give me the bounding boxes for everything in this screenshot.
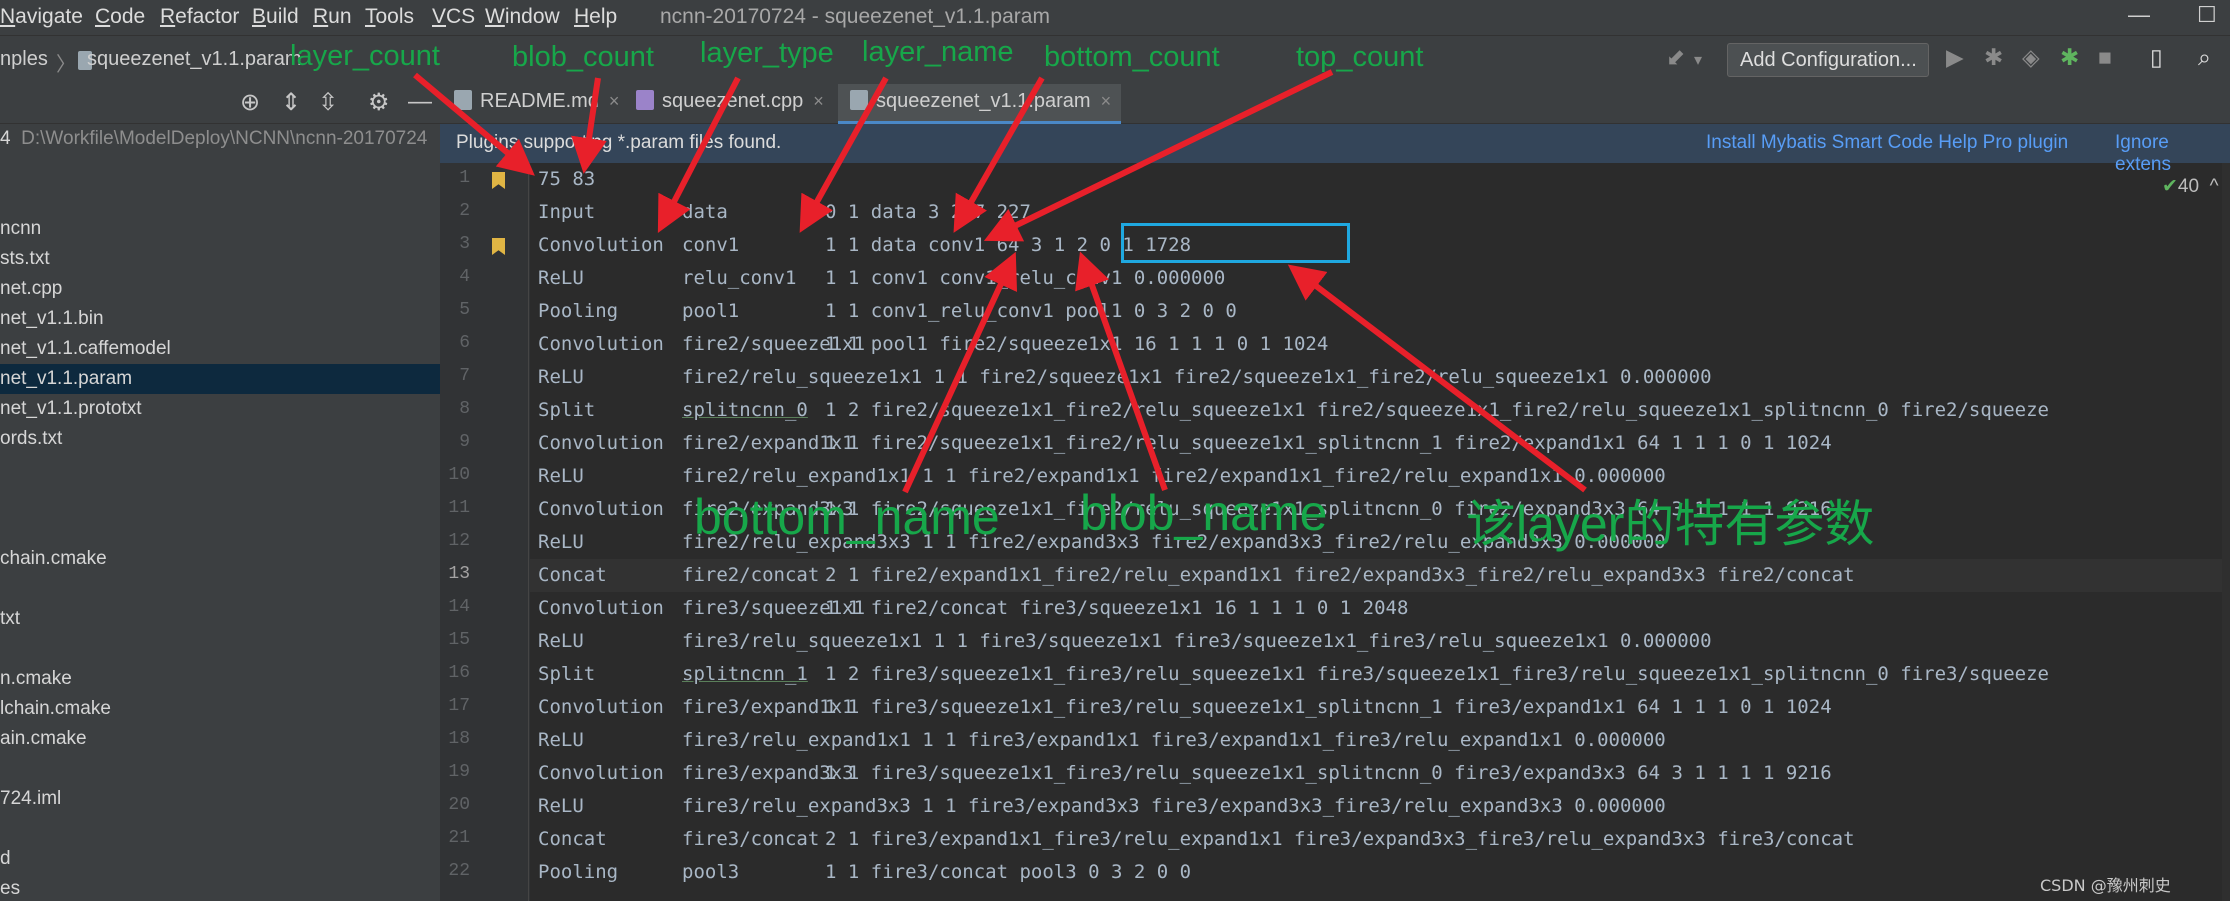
annotation-layer-name: layer_name	[862, 36, 1014, 68]
ide-window: Navigate Code Refactor Build Run Tools V…	[0, 0, 2230, 901]
annotation-layer-params: 该layer的特有参数	[1466, 496, 1875, 552]
arrow-layer-params	[1287, 264, 1587, 493]
arrow-blob-name	[1075, 251, 1168, 492]
annotation-bottom-count: bottom_count	[1044, 41, 1220, 73]
annotation-top-count: top_count	[1296, 41, 1424, 73]
arrow-layer-name	[799, 76, 889, 233]
annotation-arrows	[413, 69, 1587, 494]
annotation-layer-count: layer_count	[290, 40, 440, 72]
annotation-bottom-name: bottom_name	[694, 489, 1000, 545]
arrow-top-count	[983, 69, 1334, 242]
annotation-blob-count: blob_count	[512, 41, 654, 73]
arrow-layer-count	[413, 72, 535, 176]
arrow-blob-count	[571, 77, 607, 174]
annotation-layer-type: layer_type	[700, 37, 834, 69]
arrow-bottom-count	[953, 76, 1045, 233]
arrow-bottom-name	[902, 251, 1018, 494]
annotation-blob-name: blob_name	[1080, 485, 1328, 541]
csdn-watermark: CSDN @豫州刺史	[2040, 876, 2171, 895]
arrow-layer-type	[657, 76, 741, 233]
